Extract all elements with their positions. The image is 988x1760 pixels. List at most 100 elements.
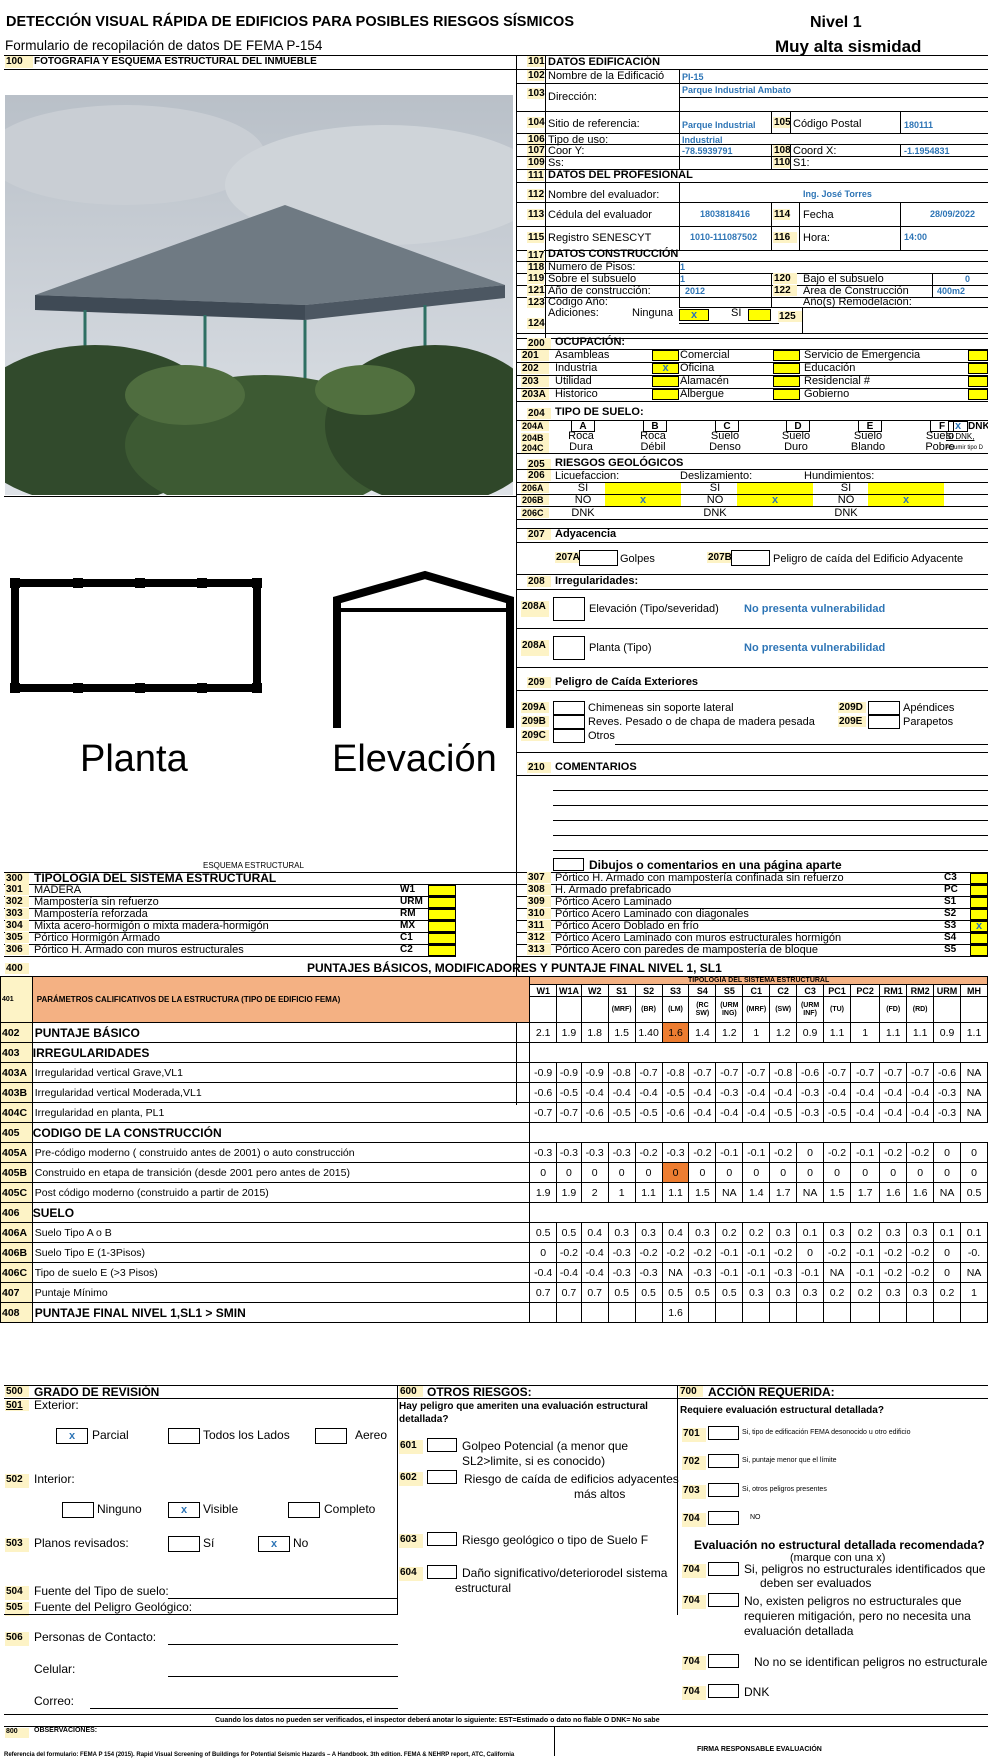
- occupancy-checkbox[interactable]: [968, 350, 988, 361]
- field-number: 108: [773, 145, 791, 156]
- none-label: Ninguno: [97, 1502, 142, 1516]
- floors-value[interactable]: 1: [680, 262, 685, 272]
- address-value[interactable]: Parque Industrial Ambato: [682, 85, 791, 95]
- typology-option-label: Pórtico Acero Doblado en frío: [555, 920, 699, 932]
- typology-checkbox[interactable]: [428, 933, 456, 944]
- score-cell: 0.5: [688, 1282, 717, 1303]
- additions-si-checkbox[interactable]: [748, 309, 771, 321]
- typology-checkbox[interactable]: [428, 921, 456, 932]
- plan-irregular-value[interactable]: No presenta vulnerabilidad: [744, 642, 885, 654]
- field-number: 114: [773, 209, 791, 220]
- none-checkbox[interactable]: [62, 1502, 94, 1518]
- geo-risk-checkbox[interactable]: [427, 1532, 457, 1546]
- occupancy-checkbox[interactable]: [652, 350, 679, 361]
- occupancy-num: 201: [521, 350, 549, 361]
- falling-adjacent-checkbox[interactable]: [731, 550, 770, 566]
- typology-checkbox[interactable]: [970, 933, 988, 944]
- visible-checkbox[interactable]: x: [168, 1502, 200, 1518]
- geo-option-label: DNK: [703, 507, 727, 519]
- a704-checkbox[interactable]: [708, 1511, 739, 1525]
- build-year-value[interactable]: 2012: [685, 286, 705, 296]
- ns-dnk-checkbox[interactable]: [708, 1684, 739, 1698]
- occupancy-checkbox[interactable]: [652, 389, 679, 400]
- occupancy-checkbox[interactable]: [968, 363, 988, 374]
- typology-checkbox[interactable]: x: [970, 921, 988, 932]
- score-cell: -0.5: [661, 1082, 690, 1103]
- row-label: Puntaje Mínimo: [32, 1282, 531, 1303]
- occupancy-checkbox[interactable]: [773, 389, 800, 400]
- typology-checkbox[interactable]: [428, 885, 456, 896]
- typology-checkbox[interactable]: [970, 945, 988, 956]
- a703-checkbox[interactable]: [708, 1483, 739, 1497]
- typology-checkbox[interactable]: [970, 873, 988, 884]
- occupancy-option-label: Asambleas: [555, 349, 610, 361]
- typology-checkbox[interactable]: [428, 897, 456, 908]
- other-checkbox[interactable]: [553, 729, 585, 743]
- occupancy-checkbox[interactable]: [773, 350, 800, 361]
- a702-checkbox[interactable]: [708, 1454, 739, 1468]
- additions-none-checkbox[interactable]: x: [679, 309, 709, 321]
- parapet-checkbox[interactable]: [868, 715, 900, 729]
- aerial-checkbox[interactable]: [315, 1428, 347, 1444]
- time-value[interactable]: 14:00: [904, 232, 927, 242]
- occupancy-checkbox[interactable]: [968, 389, 988, 400]
- occupancy-option-label: Albergue: [680, 388, 725, 400]
- building-name-value[interactable]: PI-15: [682, 72, 704, 82]
- evaluator-id-value[interactable]: 1803818416: [700, 209, 750, 219]
- occupancy-checkbox[interactable]: [652, 376, 679, 387]
- reference-value[interactable]: Parque Industrial: [682, 120, 756, 130]
- score-cell: 1.4: [688, 1022, 717, 1043]
- date-value[interactable]: 28/09/2022: [930, 209, 975, 219]
- area-value[interactable]: 400m2: [937, 286, 965, 296]
- typology-checkbox[interactable]: [970, 885, 988, 896]
- adjacent-fall-checkbox[interactable]: [427, 1470, 457, 1484]
- cladding-checkbox[interactable]: [553, 715, 585, 729]
- col-subheader: [933, 996, 962, 1023]
- score-cell: 0.1: [933, 1222, 962, 1243]
- complete-checkbox[interactable]: [288, 1502, 320, 1518]
- plans-no-checkbox[interactable]: x: [258, 1536, 290, 1552]
- below-ground-value[interactable]: 0: [965, 274, 970, 284]
- occupancy-checkbox[interactable]: [968, 376, 988, 387]
- typology-checkbox[interactable]: [428, 909, 456, 920]
- evaluator-name-value[interactable]: Ing. José Torres: [803, 189, 872, 199]
- partial-checkbox[interactable]: x: [56, 1428, 88, 1444]
- senescyt-value[interactable]: 1010-111087502: [690, 232, 757, 242]
- pounding-checkbox[interactable]: [427, 1438, 457, 1452]
- chimney-checkbox[interactable]: [553, 701, 585, 715]
- soil-dnk-checkbox[interactable]: x: [948, 421, 968, 432]
- occupancy-checkbox[interactable]: [773, 363, 800, 374]
- ns-yes-checkbox[interactable]: [708, 1562, 739, 1576]
- occupancy-checkbox[interactable]: [773, 376, 800, 387]
- footer-note: Cuando los datos no pueden ser verificad…: [215, 1717, 660, 1724]
- golpes-checkbox[interactable]: [579, 550, 618, 566]
- score-cell: 0.5: [715, 1282, 744, 1303]
- score-cell: -0.3: [715, 1082, 744, 1103]
- score-cell: 0.9: [933, 1022, 962, 1043]
- occupancy-checkbox[interactable]: x: [652, 363, 679, 374]
- coord-y-value[interactable]: -78.5939791: [682, 146, 733, 156]
- appendix-checkbox[interactable]: [868, 701, 900, 715]
- damage-checkbox[interactable]: [427, 1565, 457, 1579]
- drawings-checkbox[interactable]: [553, 858, 584, 871]
- field-number: 206: [527, 470, 551, 481]
- field-number: 301: [5, 884, 29, 895]
- row-label: IRREGULARIDADES: [32, 1042, 531, 1063]
- ns-mitigate-checkbox[interactable]: [708, 1593, 739, 1607]
- typology-checkbox[interactable]: [970, 909, 988, 920]
- plan-irregular-checkbox[interactable]: [553, 636, 585, 660]
- a703-label: Si, otros peligros presentes: [742, 1486, 827, 1493]
- ns-none-checkbox[interactable]: [708, 1654, 739, 1668]
- score-cell: 0: [556, 1162, 582, 1183]
- score-cell: 0: [796, 1142, 825, 1163]
- plans-yes-checkbox[interactable]: [168, 1536, 200, 1552]
- typology-checkbox[interactable]: [428, 945, 456, 956]
- elevation-irregular-checkbox[interactable]: [553, 597, 585, 621]
- postal-code-value[interactable]: 180111: [904, 120, 933, 130]
- coord-x-value[interactable]: -1.1954831: [904, 146, 950, 156]
- a701-checkbox[interactable]: [708, 1426, 739, 1440]
- elevation-irregular-value[interactable]: No presenta vulnerabilidad: [744, 603, 885, 615]
- typology-checkbox[interactable]: [970, 897, 988, 908]
- all-sides-checkbox[interactable]: [168, 1428, 200, 1444]
- above-ground-value[interactable]: 1: [680, 274, 685, 284]
